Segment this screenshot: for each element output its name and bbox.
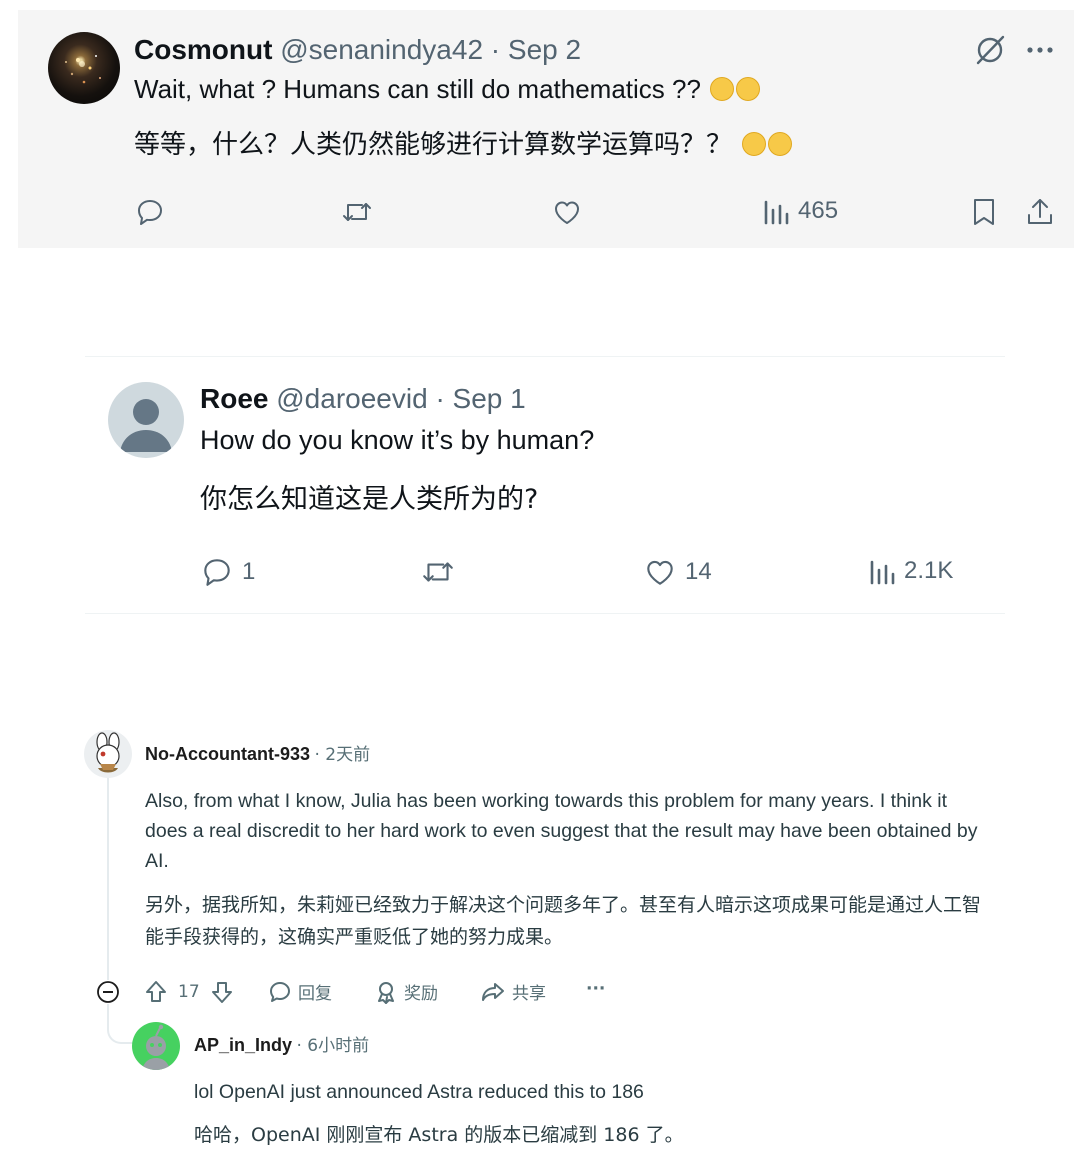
- flushed-emoji-icon: [710, 77, 735, 101]
- comment-icon: [270, 981, 290, 1002]
- reply-button[interactable]: 1: [200, 555, 255, 589]
- retweet-button[interactable]: [420, 555, 456, 589]
- retweet-button[interactable]: [340, 196, 374, 228]
- share-icon: [482, 982, 504, 1001]
- tweet-header: Cosmonut @senanindya42 · Sep 2: [134, 34, 581, 66]
- author-name[interactable]: Roee: [200, 383, 268, 414]
- like-button[interactable]: [551, 196, 583, 228]
- grin-emoji-icon: [768, 132, 793, 156]
- comment-header: AP_in_Indy · 6小时前: [194, 1031, 369, 1056]
- avatar[interactable]: [48, 32, 120, 104]
- award-icon: [378, 981, 394, 1004]
- like-icon: [555, 201, 579, 224]
- grin-emoji-icon: [736, 77, 761, 101]
- reply-icon: [204, 559, 230, 586]
- retweet-icon: [423, 562, 453, 582]
- like-button[interactable]: 14: [643, 555, 712, 589]
- thread-line[interactable]: [107, 778, 109, 980]
- share-button[interactable]: [1024, 196, 1056, 228]
- views-icon: [870, 560, 895, 585]
- avatar[interactable]: [132, 1022, 180, 1070]
- collapse-thread-button[interactable]: [96, 980, 120, 1009]
- share-label: 共享: [512, 984, 546, 1004]
- share-button[interactable]: 共享: [480, 979, 546, 1004]
- vote-count: 17: [178, 982, 200, 1002]
- bookmark-icon: [974, 199, 994, 225]
- avatar[interactable]: [108, 382, 184, 458]
- like-count: 14: [685, 558, 712, 585]
- collapse-icon: [97, 981, 119, 1003]
- downvote-icon[interactable]: [210, 979, 234, 1005]
- comment-text-zh: 另外，据我所知，朱莉娅已经致力于解决这个问题多年了。甚至有人暗示这项成果可能是通…: [145, 894, 982, 948]
- author-name[interactable]: Cosmonut: [134, 34, 272, 65]
- comment-header: No-Accountant-933 · 2天前: [145, 740, 370, 765]
- username[interactable]: No-Accountant-933: [145, 744, 310, 764]
- reply-button[interactable]: 回复: [268, 979, 332, 1004]
- divider: [85, 613, 1005, 614]
- award-label: 奖励: [404, 984, 438, 1004]
- views-count: 2.1K: [904, 557, 954, 584]
- tweet-header: Roee @daroeevid · Sep 1: [200, 383, 526, 415]
- avatar[interactable]: [84, 730, 132, 778]
- comment-text-en: Also, from what I know, Julia has been w…: [145, 790, 978, 872]
- reply-button[interactable]: [134, 196, 166, 228]
- reply-icon: [138, 200, 162, 225]
- tweet-text-en: Wait, what ? Humans can still do mathema…: [134, 74, 761, 105]
- username[interactable]: AP_in_Indy: [194, 1035, 292, 1055]
- share-icon: [1028, 199, 1052, 224]
- more-icon: ···: [586, 979, 606, 999]
- tweet-date[interactable]: · Sep 1: [435, 383, 525, 414]
- retweet-icon: [343, 203, 371, 221]
- tweet-text-zh: 你怎么知道这是人类所为的?: [200, 484, 539, 515]
- flushed-emoji-icon: [742, 132, 767, 156]
- author-handle[interactable]: @senanindya42: [280, 34, 483, 65]
- comment-time[interactable]: · 6小时前: [296, 1036, 369, 1056]
- more-icon[interactable]: [1024, 36, 1056, 69]
- like-icon: [647, 560, 673, 585]
- tweet-text-zh-content: 等等，什么？人类仍然能够进行计算数学运算吗？？: [134, 130, 733, 160]
- tweet-date[interactable]: · Sep 2: [491, 34, 581, 65]
- bookmark-button[interactable]: [970, 196, 998, 228]
- comment-time[interactable]: · 2天前: [314, 745, 370, 765]
- tweet-text-en: How do you know it’s by human?: [200, 425, 595, 455]
- reply-count: 1: [242, 558, 256, 585]
- tweet-text-zh: 等等，什么？人类仍然能够进行计算数学运算吗？？: [134, 124, 793, 161]
- reply-text-en: lol OpenAI just announced Astra reduced …: [194, 1081, 644, 1103]
- award-button[interactable]: 奖励: [374, 979, 438, 1004]
- divider: [85, 356, 1005, 357]
- reply-label: 回复: [298, 984, 332, 1004]
- tweet-text-en-content: Wait, what ? Humans can still do mathema…: [134, 74, 701, 104]
- grok-icon[interactable]: [972, 32, 1008, 73]
- thread-connector: [107, 1018, 133, 1044]
- reply-text-zh: 哈哈，OpenAI 刚刚宣布 Astra 的版本已缩减到 186 了。: [194, 1124, 684, 1146]
- vote-group: 17: [144, 979, 234, 1005]
- views-button[interactable]: 465: [762, 196, 838, 226]
- views-count: 465: [798, 197, 839, 224]
- views-button[interactable]: 2.1K: [868, 556, 953, 586]
- author-handle[interactable]: @daroeevid: [276, 383, 427, 414]
- more-options-button[interactable]: ···: [586, 979, 605, 999]
- views-icon: [764, 200, 789, 225]
- upvote-icon[interactable]: [144, 979, 168, 1005]
